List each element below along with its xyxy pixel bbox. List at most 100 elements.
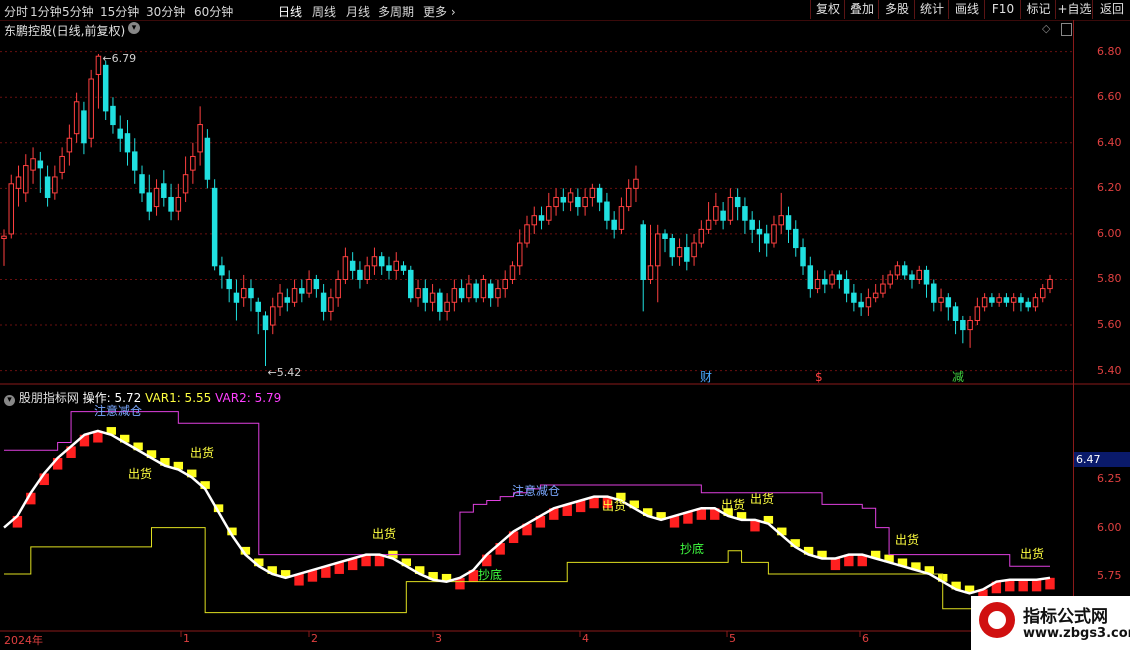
diamond-icon[interactable]: ◇ <box>1042 22 1050 35</box>
toolbar-button-6[interactable]: 标记 <box>1020 0 1056 19</box>
candle-body <box>611 219 617 230</box>
candle-body <box>996 297 1002 303</box>
chevron-down-icon[interactable]: ▾ <box>4 395 15 406</box>
candle-body <box>211 187 218 267</box>
candle-body <box>219 265 225 276</box>
candle-body <box>560 196 567 203</box>
tab-timeframe-7[interactable]: 周线 <box>312 3 336 20</box>
toolbar-button-3[interactable]: 统计 <box>914 0 949 19</box>
candle-body <box>785 215 792 230</box>
y-tick-label: 6.40 <box>1097 135 1122 149</box>
candle-body <box>763 233 770 244</box>
candle-body <box>625 187 632 208</box>
candle-body <box>204 137 211 180</box>
candle-body <box>37 160 44 169</box>
candle-body <box>567 192 574 203</box>
high-marker: ←6.79 <box>102 52 136 65</box>
watermark: 指标公式网 www.zbgs3.com <box>971 596 1130 650</box>
indicator-annotation: 出货 <box>1020 547 1045 561</box>
candle-body <box>59 155 65 173</box>
candle-body <box>596 187 603 203</box>
candle-body <box>640 224 646 280</box>
candle-body <box>633 178 639 189</box>
x-axis-label: 4 <box>582 632 589 645</box>
tab-timeframe-4[interactable]: 30分钟 <box>146 3 185 20</box>
candle-body <box>81 110 87 144</box>
candle-body <box>255 301 261 312</box>
candle-body <box>800 247 806 267</box>
tab-timeframe-10[interactable]: 更多 › <box>423 3 456 20</box>
toolbar-button-0[interactable]: 复权 <box>810 0 845 19</box>
tab-timeframe-2[interactable]: 5分钟 <box>62 3 94 20</box>
tab-timeframe-9[interactable]: 多周期 <box>378 3 414 20</box>
candle-body <box>858 301 864 308</box>
candle-body <box>299 288 305 294</box>
candle-body <box>226 278 232 290</box>
y-tick-label: 5.60 <box>1097 318 1122 332</box>
chevron-down-icon[interactable]: ▾ <box>128 22 140 34</box>
tab-timeframe-1[interactable]: 1分钟 <box>30 3 62 20</box>
candle-body <box>778 215 784 226</box>
toolbar-button-7[interactable]: +自选 <box>1055 0 1093 19</box>
candle-body <box>887 274 893 285</box>
current-value-badge: 6.47 <box>1074 452 1130 467</box>
candle-body <box>691 242 697 258</box>
candle-body <box>531 215 538 226</box>
event-marker: 减 <box>952 370 964 384</box>
candle-body <box>967 319 973 331</box>
candle-body <box>197 124 203 153</box>
tab-timeframe-3[interactable]: 15分钟 <box>100 3 139 20</box>
candle-body <box>1010 297 1017 303</box>
indicator-bar <box>1018 579 1028 592</box>
toolbar-button-8[interactable]: 返回 <box>1092 0 1130 19</box>
candle-body <box>1039 288 1046 299</box>
indicator-annotation: 出货 <box>750 492 775 506</box>
candle-body <box>589 187 596 198</box>
candle-body <box>684 247 690 262</box>
candle-body <box>509 265 516 280</box>
candle-body <box>923 269 930 285</box>
candle-body <box>313 278 320 290</box>
panel-toggle-icon[interactable] <box>1061 23 1072 36</box>
candle-body <box>117 128 123 139</box>
candle-body <box>291 288 298 303</box>
indicator-bar <box>1005 579 1015 592</box>
watermark-title: 指标公式网 <box>1023 607 1108 627</box>
candle-body <box>102 64 109 112</box>
candle-body <box>872 292 879 299</box>
candle-body <box>553 196 559 208</box>
indicator-y-tick: 6.00 <box>1097 520 1122 534</box>
candle-body <box>836 274 843 280</box>
candle-body <box>516 242 523 267</box>
tab-timeframe-0[interactable]: 分时 <box>4 3 28 20</box>
indicator-y-tick: 6.25 <box>1097 472 1122 486</box>
indicator-annotation: 出货 <box>721 498 746 512</box>
y-tick-label: 5.40 <box>1097 363 1122 377</box>
y-tick-label: 6.00 <box>1097 226 1122 240</box>
toolbar-button-2[interactable]: 多股 <box>878 0 915 19</box>
candle-body <box>814 278 821 290</box>
candle-body <box>1025 301 1031 308</box>
candle-body <box>843 278 850 294</box>
candle-body <box>393 260 400 271</box>
candle-body <box>793 228 799 249</box>
candle-body <box>23 165 29 194</box>
indicator-annotation: 出货 <box>128 467 153 481</box>
candle-body <box>487 283 494 299</box>
toolbar-button-4[interactable]: 画线 <box>948 0 985 19</box>
candle-body <box>698 228 705 244</box>
candle-body <box>408 269 414 299</box>
candle-body <box>175 196 182 212</box>
tab-timeframe-8[interactable]: 月线 <box>346 3 370 20</box>
toolbar-button-1[interactable]: 叠加 <box>844 0 879 19</box>
candle-body <box>931 283 937 303</box>
candle-body <box>822 278 828 285</box>
candle-body <box>386 265 392 271</box>
candle-body <box>480 278 487 299</box>
tab-timeframe-5[interactable]: 60分钟 <box>194 3 233 20</box>
tab-timeframe-6[interactable]: 日线 <box>278 3 302 20</box>
candle-body <box>662 233 668 239</box>
candle-body <box>262 315 269 331</box>
candle-body <box>771 224 777 244</box>
toolbar-button-5[interactable]: F10 <box>984 0 1021 19</box>
